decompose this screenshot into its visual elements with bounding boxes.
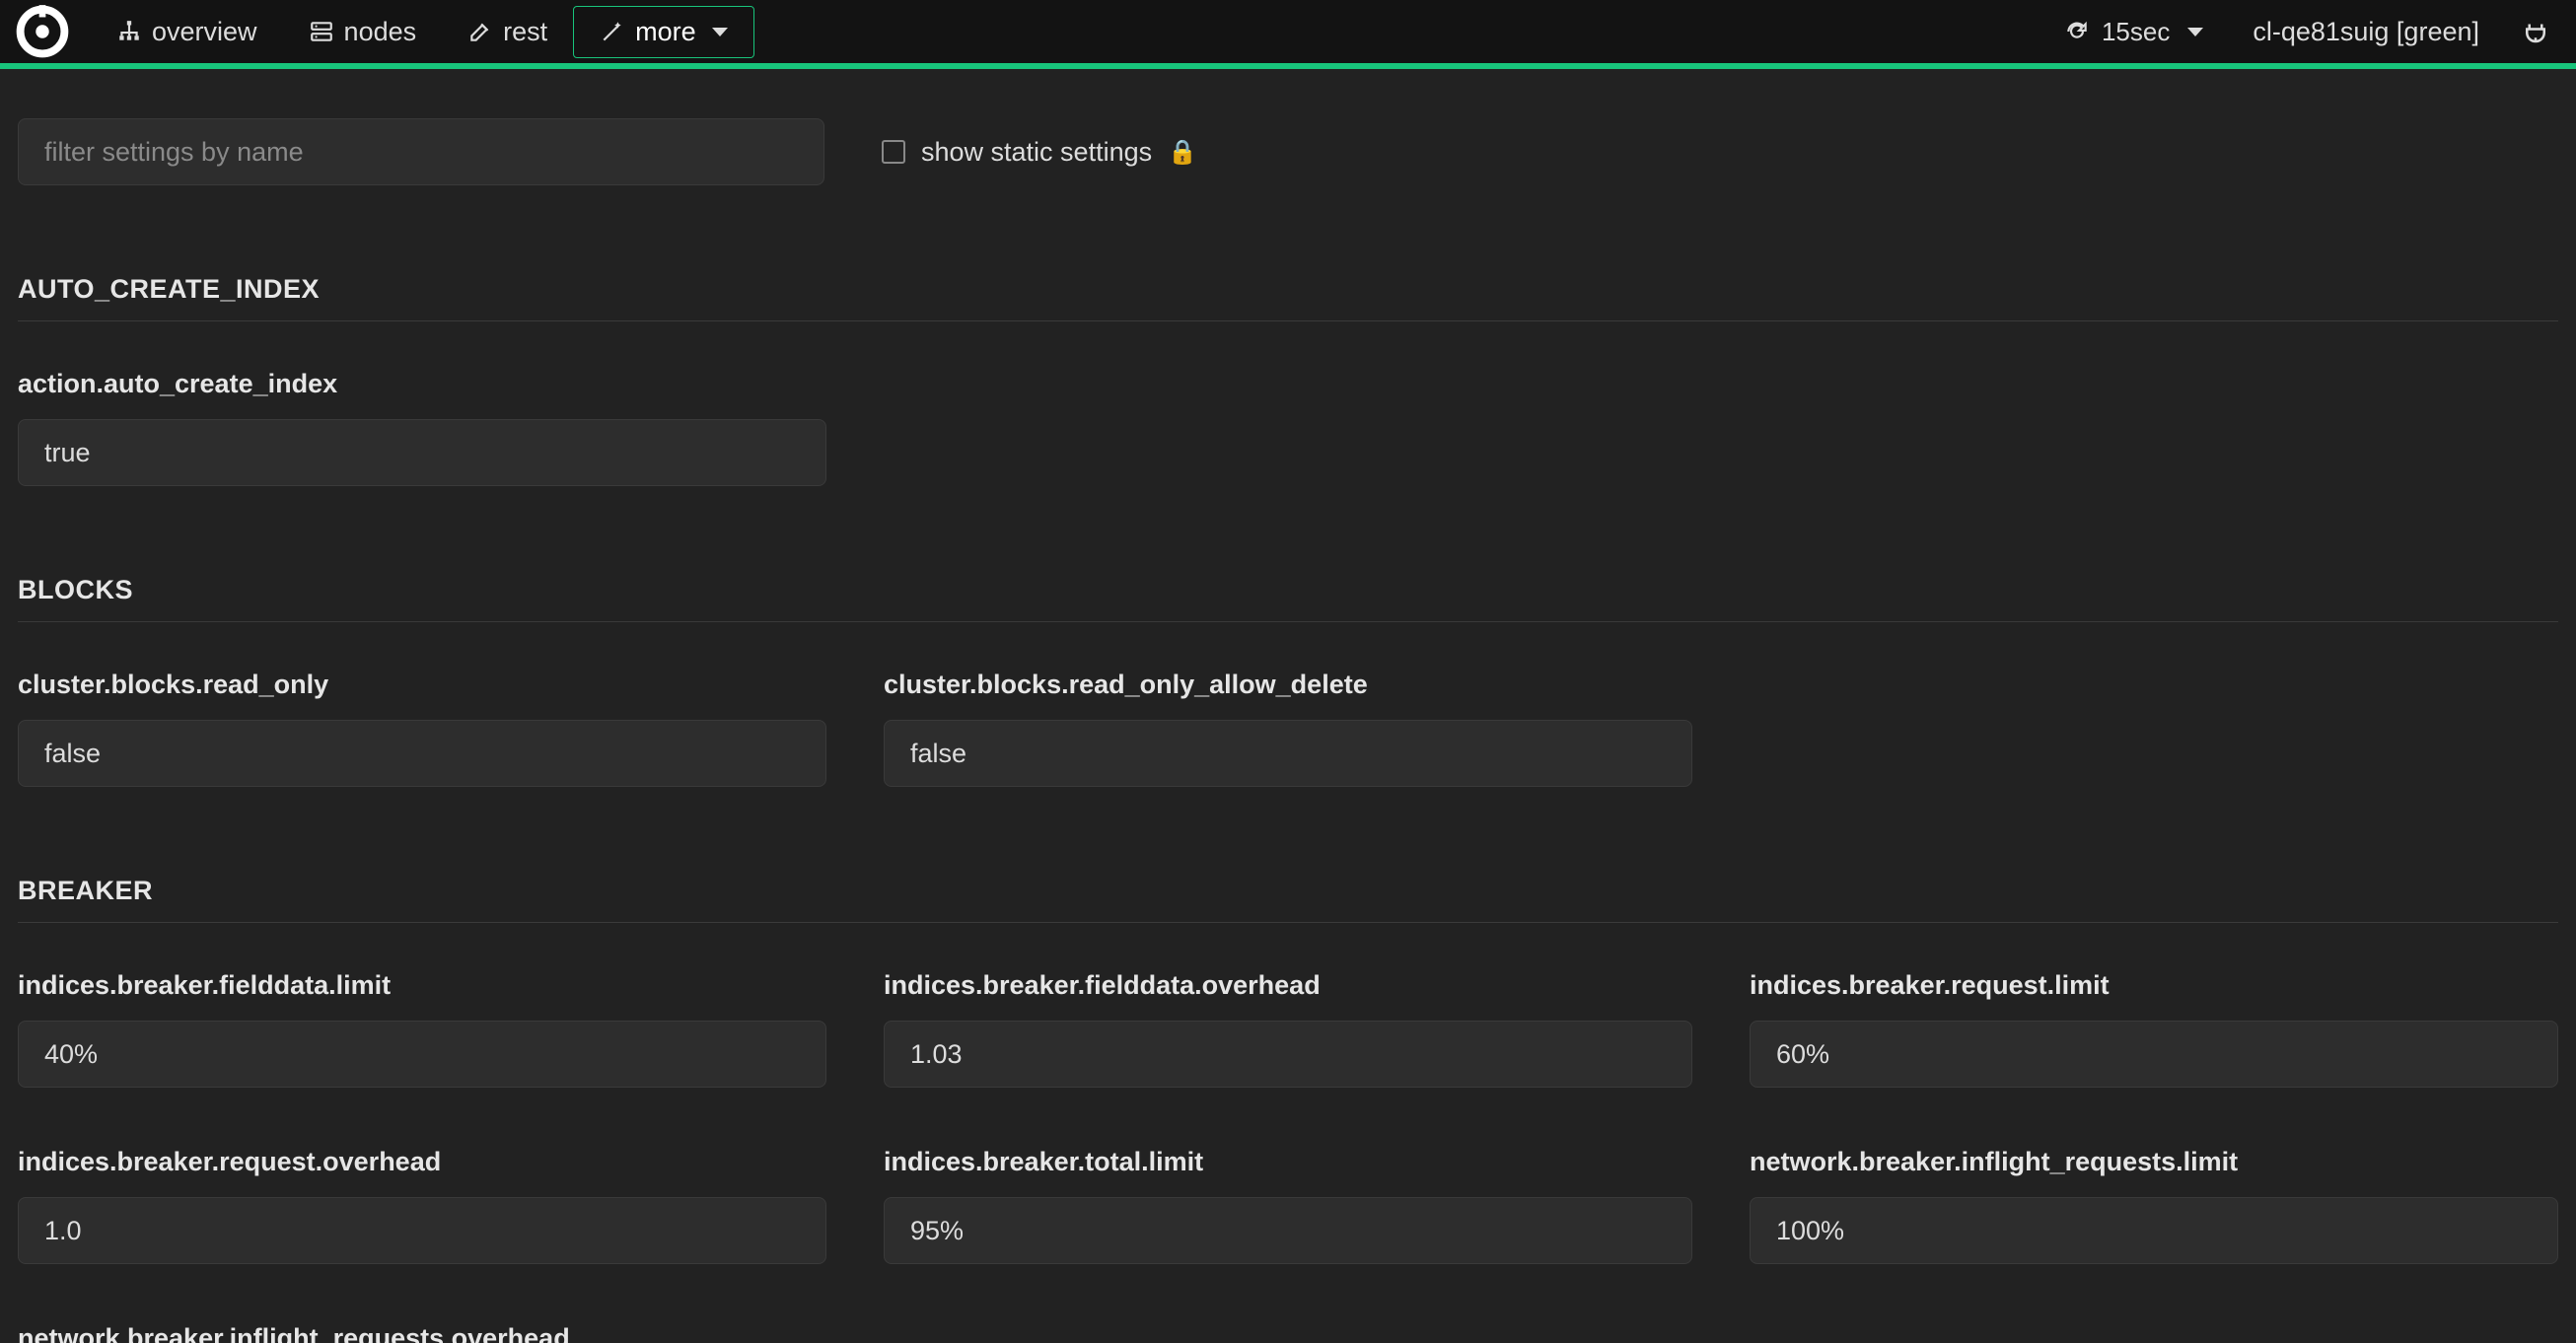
section-auto-create-index: AUTO_CREATE_INDEX action.auto_create_ind… — [18, 274, 2558, 486]
field-input-request-overhead[interactable] — [18, 1197, 826, 1264]
chevron-down-icon — [2187, 28, 2203, 36]
lock-icon: 🔒 — [1168, 138, 1197, 167]
field-label: indices.breaker.request.overhead — [18, 1147, 826, 1177]
field-label: cluster.blocks.read_only — [18, 670, 826, 700]
field-label: indices.breaker.fielddata.overhead — [884, 970, 1692, 1001]
filter-settings-input[interactable] — [18, 118, 824, 185]
field-input-read-only-allow-delete[interactable] — [884, 720, 1692, 787]
logo-icon — [15, 4, 70, 59]
field-label: cluster.blocks.read_only_allow_delete — [884, 670, 1692, 700]
field-input-request-limit[interactable] — [1750, 1021, 2558, 1088]
section-blocks: BLOCKS cluster.blocks.read_only cluster.… — [18, 575, 2558, 787]
refresh-icon — [2064, 19, 2090, 44]
connection-button[interactable] — [2509, 17, 2562, 46]
section-breaker: BREAKER indices.breaker.fielddata.limit … — [18, 876, 2558, 1343]
sitemap-icon — [116, 19, 142, 44]
field-input-fielddata-overhead[interactable] — [884, 1021, 1692, 1088]
nav-rest[interactable]: rest — [442, 7, 573, 57]
nav-overview-label: overview — [152, 17, 257, 47]
field-total-limit: indices.breaker.total.limit — [884, 1147, 1692, 1264]
field-input-fielddata-limit[interactable] — [18, 1021, 826, 1088]
field-cluster-blocks-read-only: cluster.blocks.read_only — [18, 670, 826, 787]
brand-logo[interactable] — [14, 3, 71, 60]
nav-more-label: more — [635, 17, 696, 47]
field-label: indices.breaker.total.limit — [884, 1147, 1692, 1177]
chevron-down-icon — [712, 28, 728, 36]
refresh-label: 15sec — [2102, 17, 2170, 47]
field-input-total-limit[interactable] — [884, 1197, 1692, 1264]
server-icon — [309, 19, 334, 44]
navbar: overview nodes rest more 15sec — [0, 0, 2576, 69]
edit-icon — [467, 19, 493, 44]
nav-left: overview nodes rest more — [14, 3, 754, 60]
field-fielddata-limit: indices.breaker.fielddata.limit — [18, 970, 826, 1088]
field-input-read-only[interactable] — [18, 720, 826, 787]
controls-row: show static settings 🔒 — [18, 118, 2558, 185]
nav-rest-label: rest — [503, 17, 547, 47]
field-label: network.breaker.inflight_requests.overhe… — [18, 1323, 826, 1343]
field-label: network.breaker.inflight_requests.limit — [1750, 1147, 2558, 1177]
field-label: indices.breaker.fielddata.limit — [18, 970, 826, 1001]
nav-right: 15sec cl-qe81suig [green] — [2044, 17, 2562, 47]
field-inflight-overhead: network.breaker.inflight_requests.overhe… — [18, 1323, 826, 1343]
section-title: BREAKER — [18, 876, 2558, 923]
nav-nodes[interactable]: nodes — [283, 7, 443, 57]
nav-more[interactable]: more — [573, 6, 754, 58]
field-inflight-limit: network.breaker.inflight_requests.limit — [1750, 1147, 2558, 1264]
field-request-limit: indices.breaker.request.limit — [1750, 970, 2558, 1088]
field-input-inflight-limit[interactable] — [1750, 1197, 2558, 1264]
section-title: BLOCKS — [18, 575, 2558, 622]
page-content: show static settings 🔒 AUTO_CREATE_INDEX… — [0, 69, 2576, 1343]
checkbox-icon[interactable] — [882, 140, 905, 164]
field-input-action-auto-create-index[interactable] — [18, 419, 826, 486]
nav-nodes-label: nodes — [344, 17, 417, 47]
field-label: action.auto_create_index — [18, 369, 826, 399]
show-static-label: show static settings — [921, 137, 1152, 168]
section-title: AUTO_CREATE_INDEX — [18, 274, 2558, 321]
nav-overview[interactable]: overview — [91, 7, 283, 57]
field-label: indices.breaker.request.limit — [1750, 970, 2558, 1001]
wand-icon — [600, 19, 625, 44]
field-fielddata-overhead: indices.breaker.fielddata.overhead — [884, 970, 1692, 1088]
plug-icon — [2521, 17, 2550, 46]
refresh-interval[interactable]: 15sec — [2044, 17, 2223, 47]
field-action-auto-create-index: action.auto_create_index — [18, 369, 826, 486]
field-request-overhead: indices.breaker.request.overhead — [18, 1147, 826, 1264]
field-cluster-blocks-read-only-allow-delete: cluster.blocks.read_only_allow_delete — [884, 670, 1692, 787]
cluster-name: cl-qe81suig [green] — [2223, 17, 2509, 47]
show-static-settings[interactable]: show static settings 🔒 — [882, 137, 1197, 168]
